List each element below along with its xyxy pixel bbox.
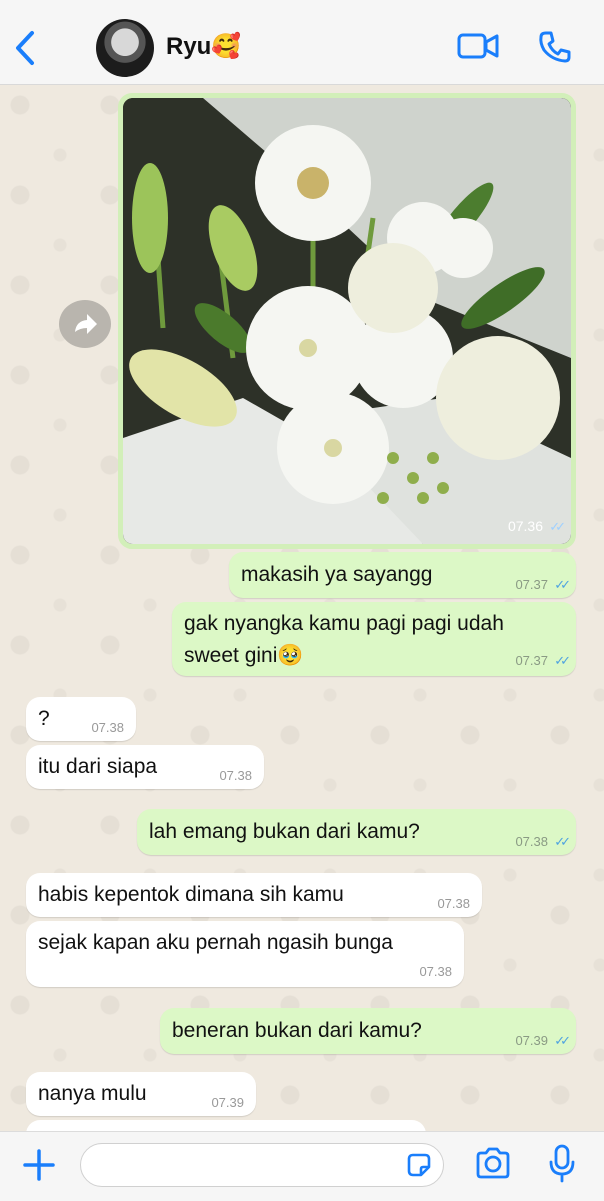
message-time: 07.37 [515,653,548,668]
message-text: lah emang bukan dari kamu? [149,820,420,843]
message-text: beneran bukan dari kamu? [172,1019,422,1042]
microphone-icon[interactable] [548,1144,576,1184]
message-bubble-incoming-partial[interactable] [26,1120,426,1131]
message-time: 07.38 [91,720,124,735]
read-ticks-icon: ✓✓ [549,519,566,534]
message-text: nanya mulu [38,1082,147,1105]
message-text: ? [38,707,50,730]
message-bubble-incoming[interactable]: habis kepentok dimana sih kamu 07.38 [26,873,482,917]
camera-icon[interactable] [474,1146,512,1180]
message-time: 07.39 [515,1033,548,1048]
message-bubble-incoming[interactable]: itu dari siapa 07.38 [26,745,264,789]
avatar[interactable] [96,19,154,77]
message-text-line: gak nyangka kamu pagi pagi udah [184,612,504,635]
video-call-icon[interactable] [457,30,499,62]
image-time: 07.36 [507,518,543,534]
message-bubble-incoming[interactable]: sejak kapan aku pernah ngasih bunga 07.3… [26,921,464,987]
message-bubble-outgoing[interactable]: beneran bukan dari kamu? 07.39 ✓✓ [160,1008,576,1054]
sticker-icon[interactable] [405,1151,433,1179]
message-text: habis kepentok dimana sih kamu [38,883,344,906]
read-ticks-icon: ✓✓ [554,653,571,668]
message-time: 07.39 [211,1095,244,1110]
read-ticks-icon: ✓✓ [554,1033,571,1048]
bouquet-image [123,98,571,544]
message-time: 07.37 [515,577,548,592]
message-input[interactable] [80,1143,444,1187]
back-chevron-icon[interactable] [12,30,40,66]
message-bubble-outgoing[interactable]: lah emang bukan dari kamu? 07.38 ✓✓ [137,809,576,855]
read-ticks-icon: ✓✓ [554,577,571,592]
flower-photo[interactable]: 07.36 ✓✓ [123,98,571,544]
forward-arrow-icon [75,314,97,334]
message-bubble-outgoing[interactable]: gak nyangka kamu pagi pagi udah sweet gi… [172,602,576,676]
phone-call-icon[interactable] [538,30,572,64]
message-text: itu dari siapa [38,755,158,778]
message-text: makasih ya sayangg [241,563,433,586]
read-ticks-icon: ✓✓ [554,834,571,849]
message-time: 07.38 [219,768,252,783]
message-time: 07.38 [515,834,548,849]
image-message[interactable]: 07.36 ✓✓ [118,93,576,549]
plus-icon[interactable] [22,1148,56,1182]
input-bar [0,1131,604,1201]
message-bubble-incoming[interactable]: ? 07.38 [26,697,136,741]
contact-name[interactable]: Ryu🥰 [166,32,241,61]
message-time: 07.38 [419,964,452,979]
message-text: sejak kapan aku pernah ngasih bunga [38,931,393,954]
message-time: 07.38 [437,896,470,911]
message-bubble-outgoing[interactable]: makasih ya sayangg 07.37 ✓✓ [229,552,576,598]
message-text-line: sweet gini🥹 [184,644,304,667]
message-bubble-incoming[interactable]: nanya mulu 07.39 [26,1072,256,1116]
chat-area[interactable]: 07.36 ✓✓ makasih ya sayangg 07.37 ✓✓ gak… [0,85,604,1131]
chat-header: Ryu🥰 [0,0,604,85]
forward-button[interactable] [59,300,111,348]
